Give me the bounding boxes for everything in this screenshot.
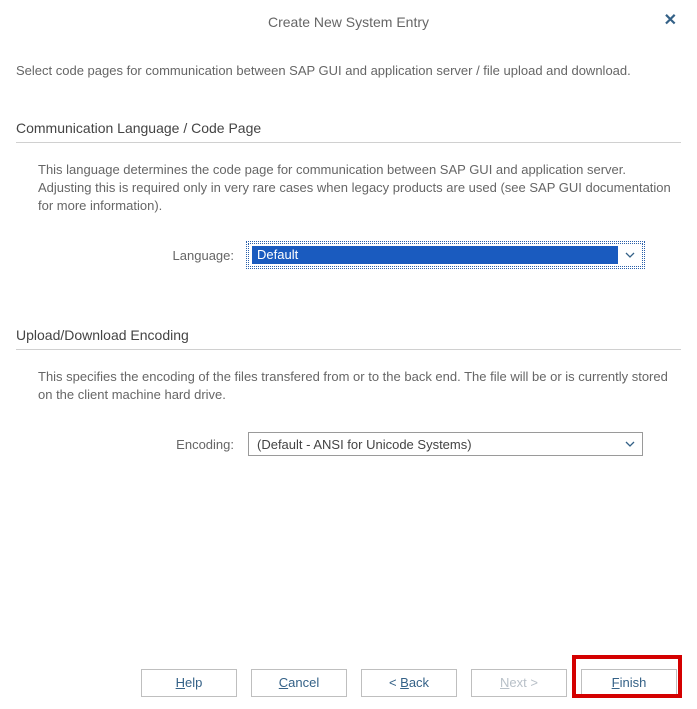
section2-desc: This specifies the encoding of the files… xyxy=(16,368,681,404)
language-dropdown[interactable]: Default xyxy=(248,243,643,267)
button-bar: Help Cancel < Back Next > Finish xyxy=(0,669,697,697)
close-icon[interactable]: ✕ xyxy=(660,12,681,30)
chevron-down-icon xyxy=(624,438,636,450)
next-button: Next > xyxy=(471,669,567,697)
encoding-label: Encoding: xyxy=(38,437,248,452)
chevron-down-icon xyxy=(624,249,636,261)
back-button[interactable]: < Back xyxy=(361,669,457,697)
section2-title: Upload/Download Encoding xyxy=(16,327,681,343)
dialog: Create New System Entry ✕ Select code pa… xyxy=(0,0,697,709)
encoding-row: Encoding: (Default - ANSI for Unicode Sy… xyxy=(16,404,681,456)
encoding-value: (Default - ANSI for Unicode Systems) xyxy=(257,437,614,452)
dialog-title: Create New System Entry xyxy=(268,14,429,30)
section1-desc: This language determines the code page f… xyxy=(16,161,681,216)
intro-text: Select code pages for communication betw… xyxy=(16,62,681,80)
cancel-button[interactable]: Cancel xyxy=(251,669,347,697)
divider xyxy=(16,142,681,143)
language-row: Language: Default xyxy=(16,215,681,267)
finish-button[interactable]: Finish xyxy=(581,669,677,697)
divider xyxy=(16,349,681,350)
encoding-dropdown[interactable]: (Default - ANSI for Unicode Systems) xyxy=(248,432,643,456)
help-button[interactable]: Help xyxy=(141,669,237,697)
language-value: Default xyxy=(252,246,618,264)
section1-title: Communication Language / Code Page xyxy=(16,120,681,136)
dialog-header: Create New System Entry ✕ xyxy=(16,12,681,40)
language-label: Language: xyxy=(38,248,248,263)
